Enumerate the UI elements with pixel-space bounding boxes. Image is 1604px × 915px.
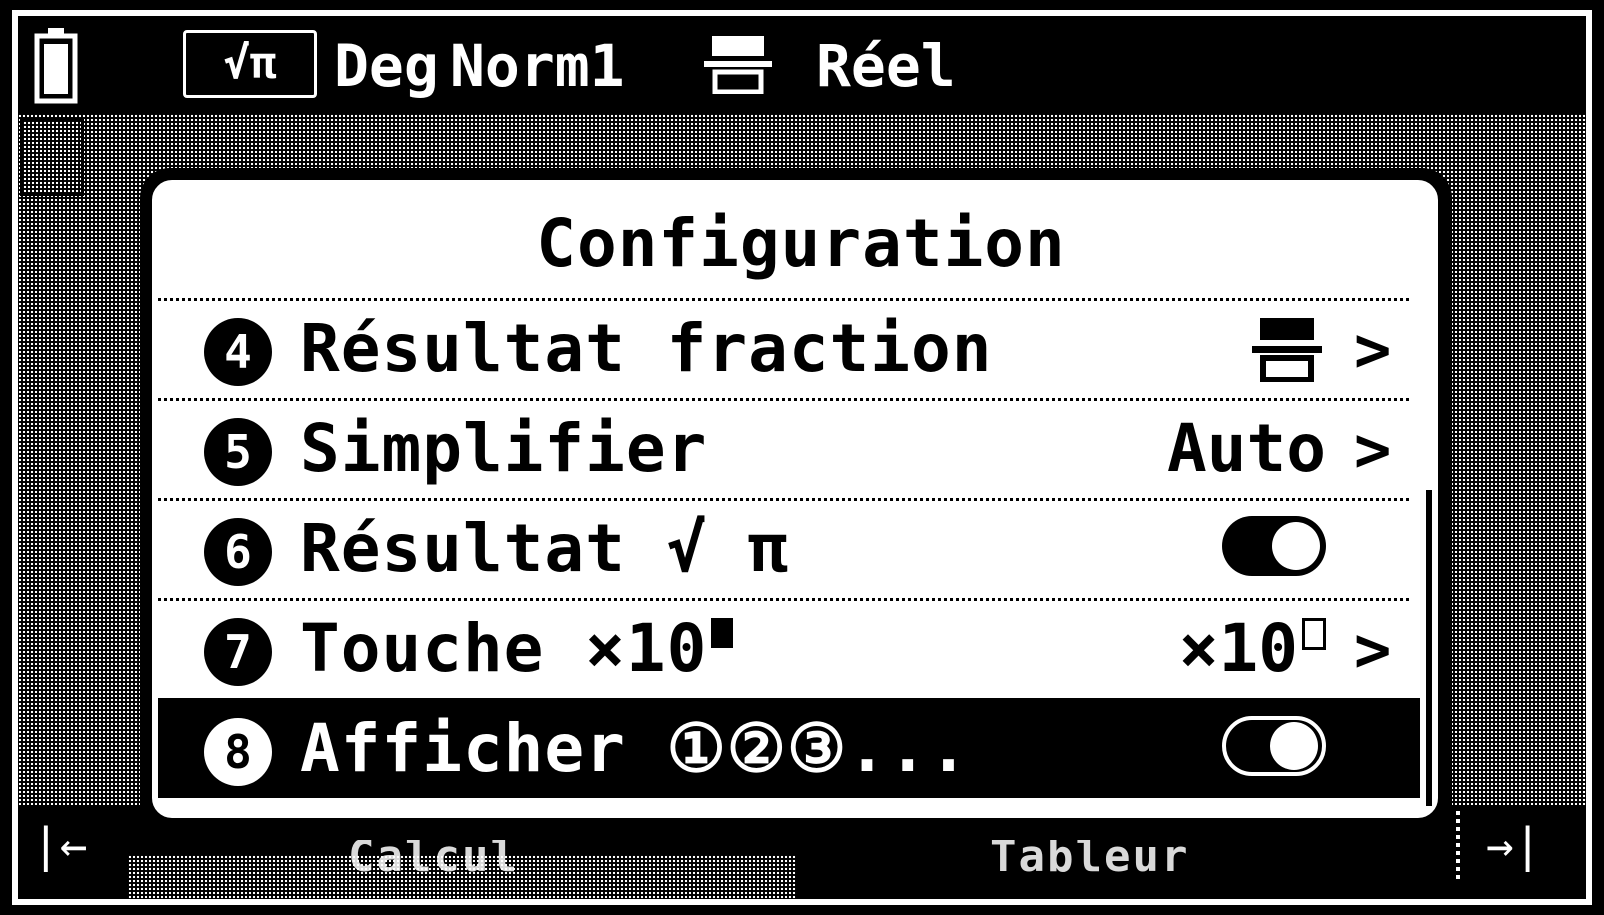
fraction-mode-icon bbox=[704, 36, 772, 94]
number-format: Norm1 bbox=[450, 32, 625, 100]
item-label: Touche ×10 bbox=[300, 610, 708, 687]
angle-mode: Deg bbox=[334, 32, 439, 100]
nav-right-icon[interactable]: →| bbox=[1486, 815, 1541, 875]
item-label: Résultat √ π bbox=[300, 510, 789, 587]
fraction-format-icon bbox=[1252, 318, 1322, 382]
filled-box-icon bbox=[711, 618, 734, 648]
item-value: ×10 bbox=[1178, 610, 1298, 687]
menu-item-simplify[interactable]: 5 Simplifier Auto > bbox=[158, 398, 1420, 498]
toggle-knob bbox=[1272, 522, 1320, 570]
item-number: 4 bbox=[204, 318, 272, 386]
menu-item-fraction-result[interactable]: 4 Résultat fraction > bbox=[158, 298, 1420, 398]
screen-frame: √π Deg Norm1 Réel |← Calcul Tableur →| C… bbox=[12, 10, 1592, 905]
scrollbar[interactable] bbox=[1426, 490, 1432, 806]
item-label: Résultat fraction bbox=[300, 310, 993, 387]
separator bbox=[158, 498, 1410, 501]
cell-cursor bbox=[20, 118, 84, 196]
item-number: 5 bbox=[204, 418, 272, 486]
item-number: 6 bbox=[204, 518, 272, 586]
battery-icon bbox=[34, 28, 78, 104]
chevron-right-icon: > bbox=[1354, 613, 1392, 686]
item-number: 7 bbox=[204, 618, 272, 686]
complex-mode: Réel bbox=[816, 32, 956, 100]
nav-left-icon[interactable]: |← bbox=[32, 815, 87, 875]
separator bbox=[158, 398, 1410, 401]
item-value-wrap: ×10 bbox=[1179, 606, 1326, 692]
menu-item-sqrt-pi-result[interactable]: 6 Résultat √ π bbox=[158, 498, 1420, 598]
chevron-right-icon: > bbox=[1354, 413, 1392, 486]
divider bbox=[1456, 811, 1460, 879]
dialog-title: Configuration bbox=[536, 205, 1066, 282]
item-label: Simplifier bbox=[300, 410, 708, 487]
menu-item-show-circled-numbers[interactable]: 8 Afficher ①②③... bbox=[158, 698, 1420, 798]
separator bbox=[158, 598, 1410, 601]
toggle-switch[interactable] bbox=[1222, 716, 1326, 776]
status-bar: √π Deg Norm1 Réel bbox=[18, 16, 1586, 114]
configuration-dialog: Configuration 4 Résultat fraction > 5 Si… bbox=[146, 174, 1444, 824]
item-label: Afficher ①②③... bbox=[300, 710, 970, 787]
chevron-right-icon: > bbox=[1354, 313, 1392, 386]
separator bbox=[158, 298, 1410, 301]
item-number: 8 bbox=[204, 718, 272, 786]
math-mode-indicator: √π bbox=[183, 30, 317, 98]
toggle-switch[interactable] bbox=[1222, 516, 1326, 576]
menu-item-x10-key[interactable]: 7 Touche ×10 ×10 > bbox=[158, 598, 1420, 698]
item-label-wrap: Touche ×10 bbox=[300, 606, 734, 692]
item-value: Auto bbox=[1167, 410, 1326, 487]
empty-box-icon bbox=[1302, 618, 1326, 650]
toggle-knob bbox=[1270, 722, 1318, 770]
